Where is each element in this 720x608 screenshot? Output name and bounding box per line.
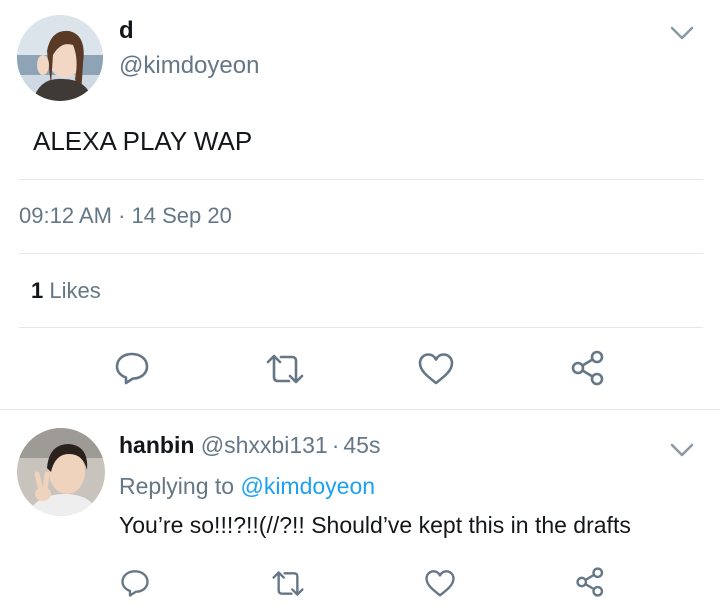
divider (19, 179, 703, 180)
reply-avatar[interactable] (17, 428, 105, 516)
avatar[interactable] (17, 15, 103, 101)
retweet-icon[interactable] (265, 352, 305, 386)
separator-dot: · (118, 203, 126, 228)
divider (19, 327, 703, 328)
tweet-timestamp: 09:12 AM · 14 Sep 20 (19, 203, 232, 229)
divider (0, 409, 720, 410)
likes-count: 1 (31, 278, 44, 303)
chevron-down-icon[interactable] (670, 442, 694, 458)
tweet-date: 14 Sep 20 (131, 203, 232, 228)
reply-icon[interactable] (114, 350, 150, 386)
replying-to-label: Replying to (119, 473, 235, 499)
replying-to-handle[interactable]: @kimdoyeon (240, 473, 375, 499)
like-icon[interactable] (424, 569, 456, 598)
share-icon[interactable] (575, 566, 607, 598)
like-icon[interactable] (417, 352, 455, 386)
likes-stat[interactable]: 1 Likes (31, 278, 101, 304)
chevron-down-icon[interactable] (670, 25, 694, 41)
divider (19, 253, 703, 254)
author-display-name[interactable]: d (119, 17, 134, 45)
separator-dot: · (331, 432, 340, 458)
reply-handle[interactable]: @shxxbi131 (201, 432, 328, 458)
tweet-text: ALEXA PLAY WAP (33, 126, 253, 156)
author-handle[interactable]: @kimdoyeon (119, 52, 259, 80)
reply-time: 45s (343, 432, 381, 458)
tweet-time: 09:12 AM (19, 203, 112, 228)
likes-label: Likes (49, 278, 101, 303)
reply-text: You’re so!!!?!!(//?!! Should’ve kept thi… (119, 512, 631, 538)
retweet-icon[interactable] (271, 569, 305, 598)
reply-icon[interactable] (120, 568, 150, 598)
reply-header: hanbin @shxxbi131 · 45s (119, 432, 380, 459)
replying-to: Replying to @kimdoyeon (119, 473, 375, 500)
share-icon[interactable] (570, 349, 608, 387)
reply-display-name[interactable]: hanbin (119, 432, 194, 458)
